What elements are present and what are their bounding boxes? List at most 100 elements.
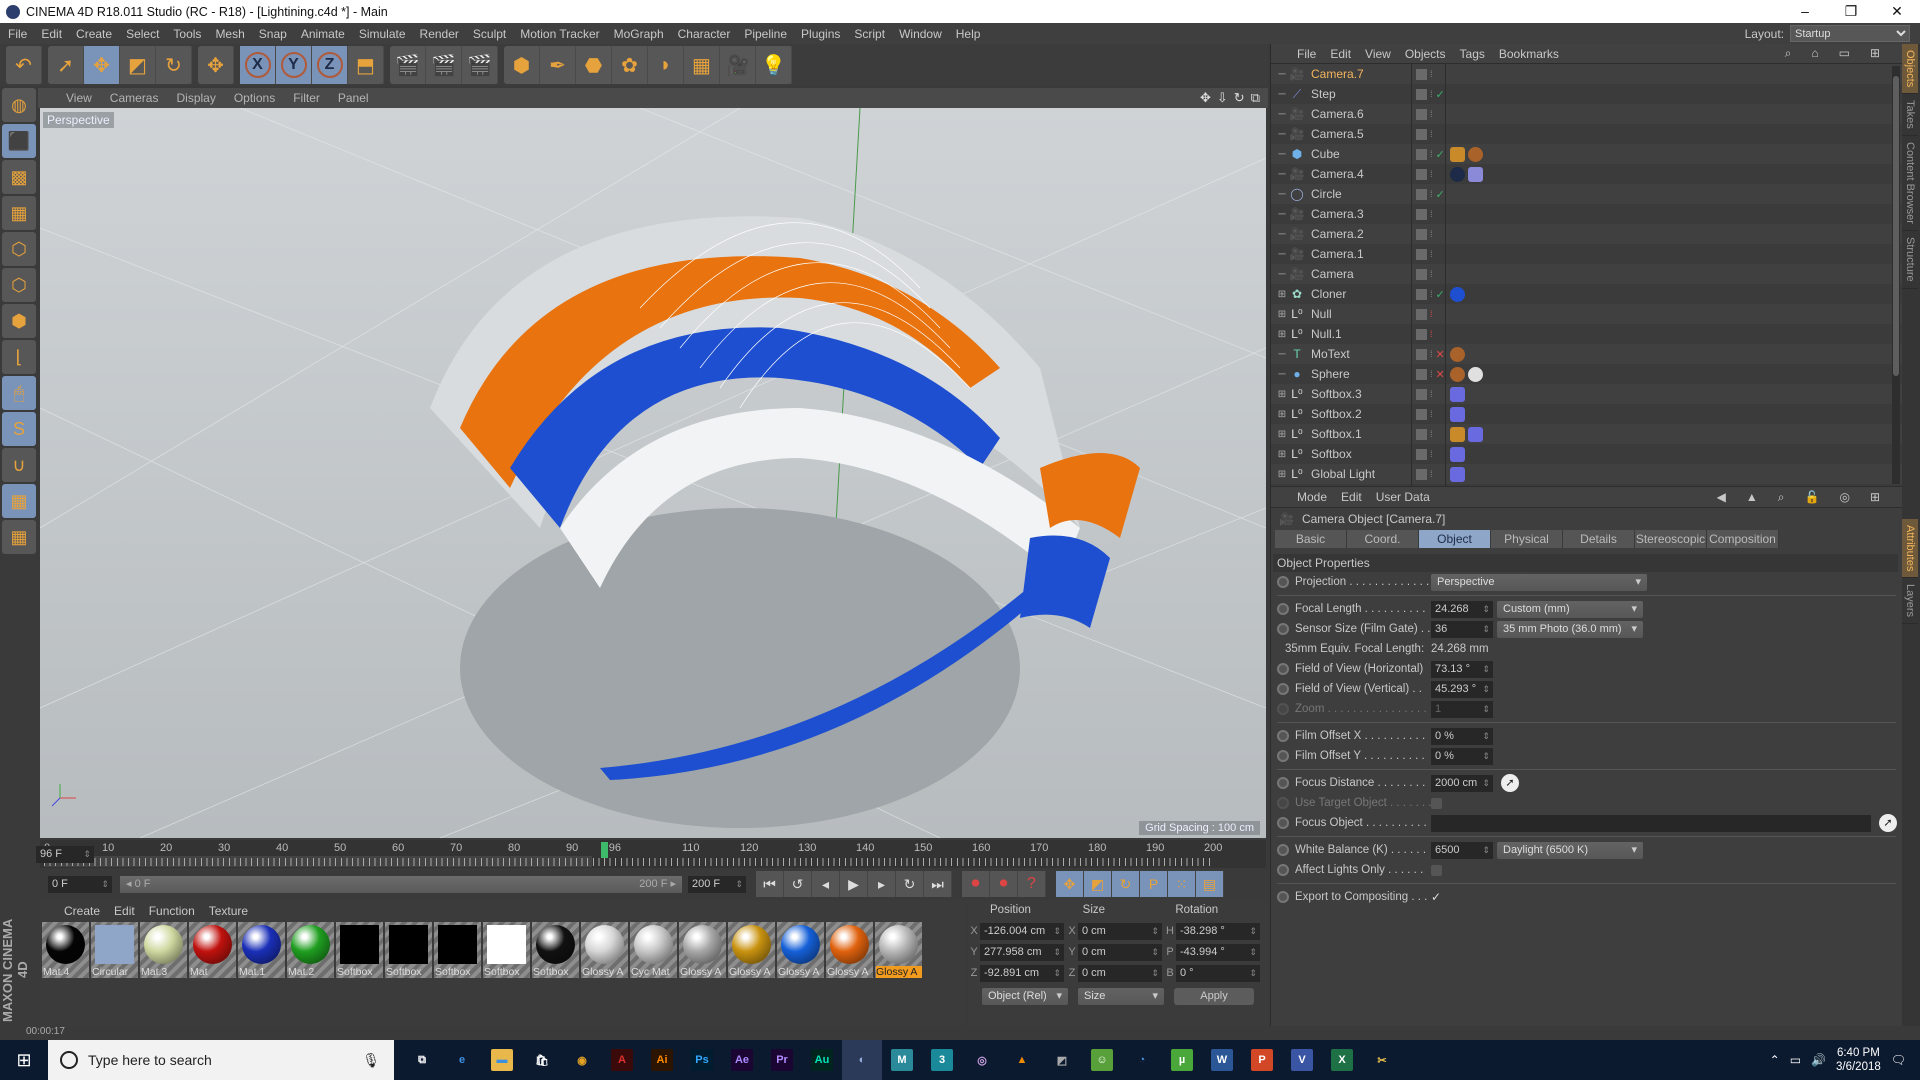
subdivision-button[interactable]: ⬣ (576, 46, 612, 84)
material-swatch[interactable]: Softbox (483, 922, 530, 978)
menu-window[interactable]: Window (899, 27, 942, 41)
film-offset-x-input[interactable]: 0 % ⇕ (1431, 727, 1493, 745)
search-icon[interactable]: ⌕ (1778, 490, 1785, 505)
object-row[interactable]: ⊟L⁰Studio S⁞ (1271, 484, 1902, 486)
spinner-icon[interactable]: ⇕ (1482, 842, 1490, 859)
xpresso-tag-icon[interactable] (1450, 406, 1465, 422)
layer-icon[interactable] (1416, 248, 1427, 260)
side-tab-layers[interactable]: Layers (1902, 578, 1918, 625)
close-button[interactable]: ✕ (1874, 3, 1920, 20)
object-row[interactable]: ⊞ L⁰ Null ⁞ (1271, 304, 1902, 324)
play-button[interactable]: ▶ (840, 871, 868, 897)
material-swatch[interactable]: Mat.2 (287, 922, 334, 978)
z-axis-button[interactable]: Z (312, 46, 348, 84)
next-frame-button[interactable]: ▸ (868, 871, 896, 897)
visibility-dots-icon[interactable]: ⁞ (1430, 269, 1433, 279)
viewport-menu-cameras[interactable]: Cameras (110, 91, 159, 105)
tree-expander-icon[interactable]: ⊞ (1275, 289, 1289, 300)
object-name[interactable]: Camera.3 (1311, 207, 1411, 221)
material-white-tag-icon[interactable] (1468, 366, 1483, 382)
render-picture-viewer-button[interactable]: 🎬 (426, 46, 462, 84)
focal-length-input[interactable]: 24.268 ⇕ (1431, 600, 1493, 618)
object-name[interactable]: Softbox.3 (1311, 387, 1411, 401)
object-name[interactable]: Camera.1 (1311, 247, 1411, 261)
material-swatch[interactable]: Mat.1 (238, 922, 285, 978)
material-swatch[interactable]: Cyc Mat (630, 922, 677, 978)
tab-object[interactable]: Object (1419, 530, 1491, 548)
visibility-dots-icon[interactable]: ⁞ (1430, 229, 1433, 239)
vlc-taskbar-button[interactable]: ▲ (1002, 1040, 1042, 1080)
material-swatch[interactable]: Mat.3 (140, 922, 187, 978)
timeline-ruler[interactable]: 0102030405060708090110120130140150160170… (40, 840, 1222, 868)
spinner-icon[interactable]: ⇕ (1151, 944, 1159, 961)
material-swatch[interactable]: Glossy A (581, 922, 628, 978)
menu-motion-tracker[interactable]: Motion Tracker (520, 27, 599, 41)
photoshop-taskbar-button[interactable]: Ps (682, 1040, 722, 1080)
object-name[interactable]: Camera.2 (1311, 227, 1411, 241)
premiere-taskbar-button[interactable]: Pr (762, 1040, 802, 1080)
clock[interactable]: 6:40 PM 3/6/2018 (1836, 1046, 1881, 1074)
scale-button[interactable]: ◩ (120, 46, 156, 84)
layer-icon[interactable] (1416, 368, 1427, 380)
notifications-icon[interactable]: 🗨 (1891, 1053, 1906, 1067)
om-menu-edit[interactable]: Edit (1330, 47, 1351, 61)
up-arrow-icon[interactable]: ▲ (1746, 490, 1758, 505)
object-name[interactable]: Null.1 (1311, 327, 1411, 341)
undo-button[interactable]: ↶ (6, 46, 42, 84)
material-swatch[interactable]: Glossy A (679, 922, 726, 978)
polygons-mode-button[interactable]: ⬢ (2, 304, 36, 338)
object-name[interactable]: Camera (1311, 267, 1411, 281)
xpresso-tag-icon[interactable] (1450, 446, 1465, 462)
animate-radio-icon[interactable] (1277, 576, 1289, 588)
menu-pipeline[interactable]: Pipeline (744, 27, 787, 41)
visibility-dots-icon[interactable]: ⁞ (1430, 289, 1433, 299)
texture-mode-button[interactable]: ▩ (2, 160, 36, 194)
tree-expander-icon[interactable]: ⊞ (1275, 309, 1289, 320)
spinner-icon[interactable]: ⇕ (1053, 923, 1061, 940)
object-row[interactable]: ─ 🎥 Camera.1 ⁞ (1271, 244, 1902, 264)
enabled-check-icon[interactable]: ✓ (1436, 188, 1445, 201)
visibility-dots-icon[interactable]: ⁞ (1430, 429, 1433, 439)
camera-button[interactable]: 🎥 (720, 46, 756, 84)
maya-taskbar-button[interactable]: M (882, 1040, 922, 1080)
menu-render[interactable]: Render (420, 27, 459, 41)
animate-radio-icon[interactable] (1277, 623, 1289, 635)
animate-radio-icon[interactable] (1277, 750, 1289, 762)
export-compositing-checkbox[interactable]: ✓ (1431, 890, 1441, 904)
layer-icon[interactable] (1416, 208, 1427, 220)
tools-taskbar-button[interactable]: ✂ (1362, 1040, 1402, 1080)
snap-button[interactable]: ∪ (2, 448, 36, 482)
end-frame-field[interactable]: 200 F ⇕ (688, 875, 746, 893)
visibility-dots-icon[interactable]: ⁞ (1430, 149, 1433, 159)
menu-mograph[interactable]: MoGraph (614, 27, 664, 41)
menu-sculpt[interactable]: Sculpt (473, 27, 506, 41)
y-axis-button[interactable]: Y (276, 46, 312, 84)
visibility-dots-icon[interactable]: ⁞ (1430, 449, 1433, 459)
render-tag-icon[interactable] (1450, 146, 1465, 162)
spinner-icon[interactable]: ⇕ (1482, 748, 1490, 765)
layer-icon[interactable] (1416, 308, 1427, 320)
animate-radio-icon[interactable] (1277, 864, 1289, 876)
white-balance-input[interactable]: 6500 ⇕ (1431, 841, 1493, 859)
menu-select[interactable]: Select (126, 27, 159, 41)
viewport-menu-view[interactable]: View (66, 91, 92, 105)
om-menu-view[interactable]: View (1365, 47, 1391, 61)
last-tool-button[interactable]: ✥ (198, 46, 234, 84)
spinner-icon[interactable]: ⇕ (101, 876, 109, 893)
android-app-taskbar-button[interactable]: ☺ (1082, 1040, 1122, 1080)
3ds-max-taskbar-button[interactable]: 3 (922, 1040, 962, 1080)
apply-button[interactable]: Apply (1174, 988, 1254, 1005)
new-panel-icon[interactable]: ⊞ (1870, 490, 1880, 505)
material-group-tag-icon[interactable] (1450, 346, 1465, 362)
visibility-dots-icon[interactable]: ⁞ (1430, 209, 1433, 219)
model-mode-button[interactable]: ⬛ (2, 124, 36, 158)
dvd-taskbar-button[interactable]: ◎ (962, 1040, 1002, 1080)
layer-icon[interactable] (1416, 108, 1427, 120)
use-target-checkbox[interactable] (1431, 797, 1442, 809)
layer-icon[interactable] (1416, 288, 1427, 300)
autokey-button[interactable]: ⏺ (990, 871, 1018, 897)
tweak-button[interactable]: 🖱 (2, 376, 36, 410)
object-row[interactable]: ─ 🎥 Camera.7 ⁞ (1271, 64, 1902, 84)
layer-icon[interactable] (1416, 468, 1427, 480)
spinner-icon[interactable]: ⇕ (1151, 923, 1159, 940)
